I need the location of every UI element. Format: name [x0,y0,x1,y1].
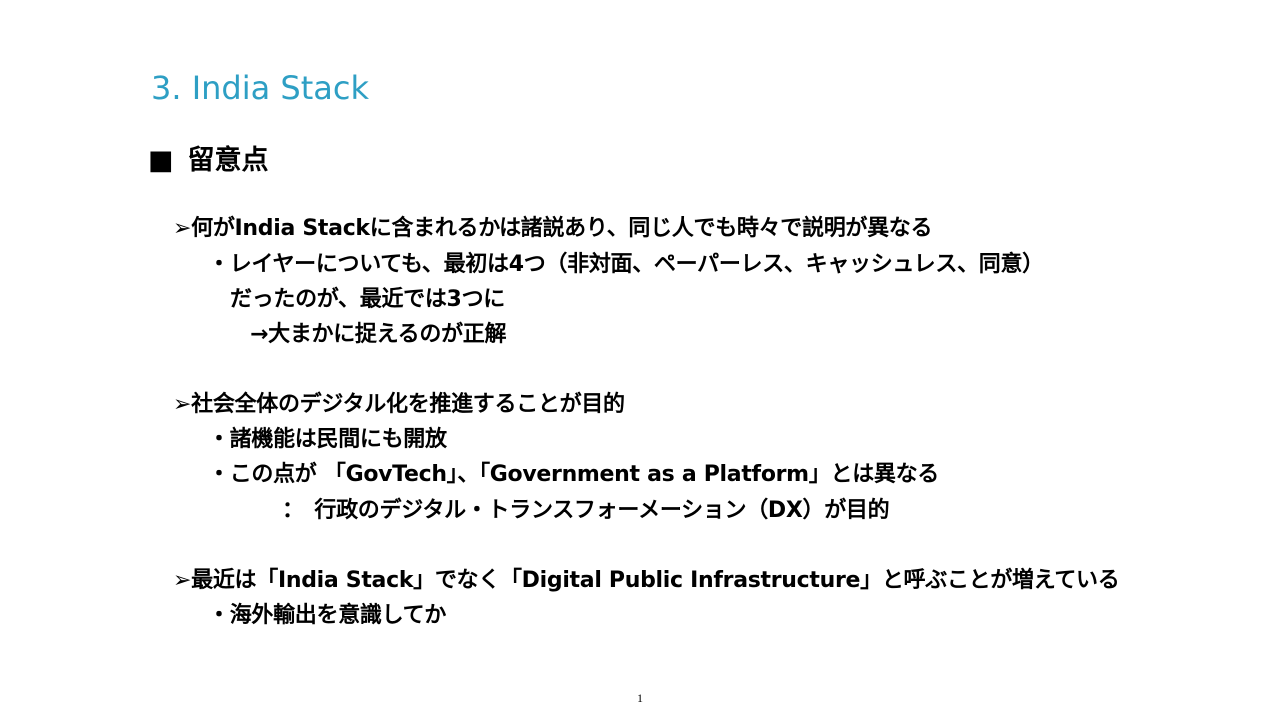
point-2-note: ： 行政のデジタル・トランスフォーメーション（DX）が目的 [282,498,890,523]
section-heading-text: 留意点 [187,145,269,176]
point-3: ➢最近は「India Stack」でなく「Digital Public Infr… [173,566,1120,596]
section-heading: ■ 留意点 [148,143,269,179]
dot-bullet-icon: ・ [208,603,230,628]
slide-title: 3. India Stack [151,69,369,107]
dot-bullet-icon: ・ [208,427,230,452]
point-1-sub-1: ・レイヤーについても、最初は4つ（非対面、ペーパーレス、キャッシュレス、同意） [208,250,1044,280]
point-2: ➢社会全体のデジタル化を推進することが目的 [173,390,625,420]
arrowhead-bullet-icon: ➢ [173,392,192,417]
page-number: 1 [637,691,643,705]
point-2-text: 社会全体のデジタル化を推進することが目的 [191,392,625,417]
point-2-sub-1: ・諸機能は民間にも開放 [208,425,447,455]
point-1-text: 何がIndia Stackに含まれるかは諸説あり、同じ人でも時々で説明が異なる [191,216,933,241]
dot-bullet-icon: ・ [208,252,230,277]
point-1-sub-1-continuation: だったのが、最近では3つに [230,287,505,312]
point-2-sub-2: ・この点が 「GovTech」、「Government as a Platfor… [208,460,939,490]
square-bullet-icon: ■ [148,145,174,176]
point-1: ➢何がIndia Stackに含まれるかは諸説あり、同じ人でも時々で説明が異なる [173,214,933,244]
point-3-sub-1-text: 海外輸出を意識してか [229,603,447,628]
point-3-sub-1: ・海外輸出を意識してか [208,601,446,631]
arrowhead-bullet-icon: ➢ [173,216,192,241]
point-2-sub-2-text: この点が 「GovTech」、「Government as a Platform… [229,462,940,487]
dot-bullet-icon: ・ [208,462,230,487]
point-3-text: 最近は「India Stack」でなく「Digital Public Infra… [191,568,1120,593]
arrowhead-bullet-icon: ➢ [173,568,192,593]
point-1-conclusion: →大まかに捉えるのが正解 [250,322,507,347]
point-2-sub-1-text: 諸機能は民間にも開放 [229,427,447,452]
point-1-sub-1-text: レイヤーについても、最初は4つ（非対面、ペーパーレス、キャッシュレス、同意） [229,252,1044,277]
slide: 3. India Stack ■ 留意点 ➢何がIndia Stackに含まれるか… [0,0,1280,720]
